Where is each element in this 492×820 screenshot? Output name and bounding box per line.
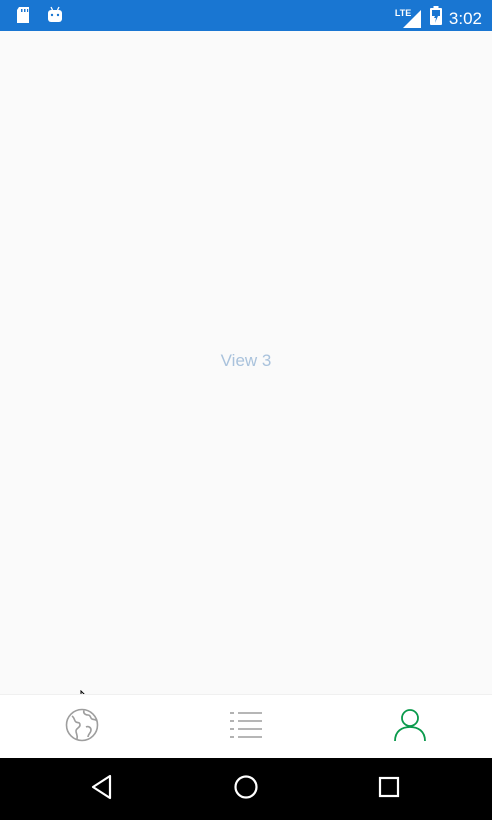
- battery-icon: [429, 6, 443, 31]
- bottom-tab-bar: [0, 694, 492, 758]
- tab-profile[interactable]: [328, 695, 492, 759]
- list-icon: [228, 709, 264, 746]
- network-type-label: LTE: [394, 7, 412, 18]
- recents-button[interactable]: [307, 758, 471, 820]
- signal-icon: LTE: [395, 8, 423, 29]
- tab-list[interactable]: [164, 695, 328, 759]
- view-label: View 3: [220, 351, 272, 370]
- back-icon: [90, 774, 114, 805]
- back-button[interactable]: [20, 758, 184, 820]
- globe-icon: [64, 707, 100, 748]
- status-time: 3:02: [448, 8, 482, 28]
- system-nav-bar: [0, 758, 492, 820]
- home-button[interactable]: [164, 758, 328, 820]
- android-icon: [46, 6, 64, 29]
- sd-card-icon: [14, 6, 32, 29]
- status-bar: LTE 3:02: [0, 0, 492, 31]
- home-icon: [233, 774, 259, 805]
- content-area: View 3: [0, 31, 492, 694]
- recents-icon: [377, 775, 401, 804]
- person-icon: [392, 707, 428, 748]
- tab-globe[interactable]: [0, 695, 164, 759]
